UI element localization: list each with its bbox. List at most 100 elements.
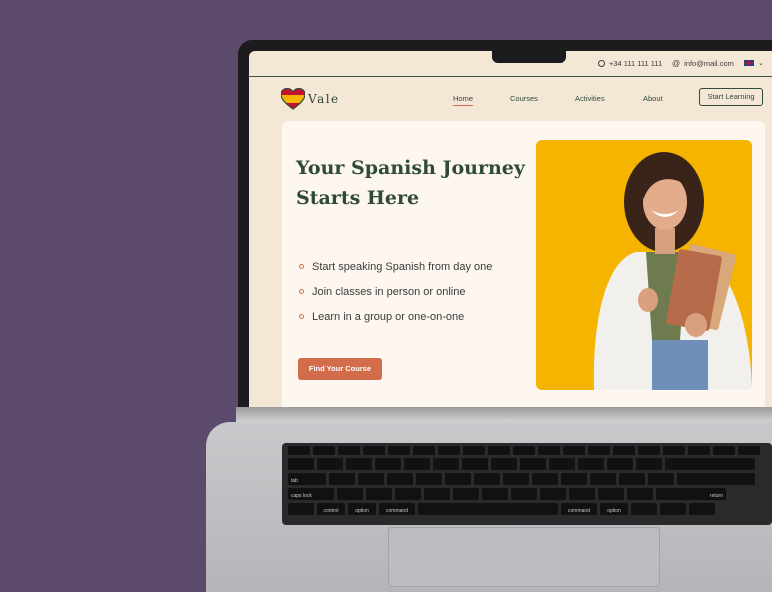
keyboard-key (366, 488, 392, 500)
keyboard-key (660, 503, 686, 515)
keyboard-key (619, 473, 645, 485)
keyboard-key (627, 488, 653, 500)
keyboard-key (288, 458, 314, 470)
keyboard-key (688, 446, 710, 455)
keyboard-key (445, 473, 471, 485)
command-key: command (379, 503, 415, 515)
phone-contact[interactable]: +34 111 111 111 (598, 59, 662, 68)
nav-about[interactable]: About (643, 94, 663, 103)
keyboard-key (329, 473, 355, 485)
at-icon: @ (672, 59, 681, 68)
keyboard-key (358, 473, 384, 485)
laptop-hinge (236, 407, 772, 422)
keyboard-key (689, 503, 715, 515)
bullet-text: Start speaking Spanish from day one (312, 260, 493, 273)
email-address: info@mail.com (684, 59, 734, 68)
keyboard-key (462, 458, 488, 470)
nav-courses[interactable]: Courses (510, 94, 538, 103)
keyboard-key (491, 458, 517, 470)
logo-text: Vale (308, 92, 340, 106)
keyboard-key (313, 446, 335, 455)
keyboard-key (438, 446, 460, 455)
keyboard-key (607, 458, 633, 470)
heart-flag-icon (281, 88, 305, 110)
tab-key: tab (288, 473, 326, 485)
option-key-right: option (600, 503, 628, 515)
command-key-right: command (561, 503, 597, 515)
keyboard-key (520, 458, 546, 470)
keyboard-key (337, 488, 363, 500)
start-learning-button[interactable]: Start Learning (699, 88, 763, 106)
nav-home[interactable]: Home (453, 94, 474, 106)
bullet-text: Learn in a group or one-on-one (312, 310, 465, 323)
bullet-icon (299, 314, 304, 319)
keyboard-key (404, 458, 430, 470)
keyboard-key (416, 473, 442, 485)
keyboard-key (677, 473, 755, 485)
keyboard-key (631, 503, 657, 515)
keyboard-key (638, 446, 660, 455)
keyboard-key (590, 473, 616, 485)
language-selector[interactable]: ⌄ (744, 59, 764, 67)
list-item: Start speaking Spanish from day one (299, 254, 492, 279)
option-key: option (348, 503, 376, 515)
phone-icon (598, 60, 605, 67)
bullet-icon (299, 264, 304, 269)
phone-number: +34 111 111 111 (609, 59, 663, 68)
keyboard-key (387, 473, 413, 485)
keyboard-key (317, 458, 343, 470)
list-item: Learn in a group or one-on-one (299, 304, 492, 329)
keyboard-key (363, 446, 385, 455)
keyboard-key (613, 446, 635, 455)
navbar: Vale Home Courses Activities About Start… (249, 77, 772, 119)
bullet-icon (299, 289, 304, 294)
keyboard-key (453, 488, 479, 500)
keyboard-key (413, 446, 435, 455)
keyboard-key (549, 458, 575, 470)
keyboard: tab caps lock return control option comm… (282, 443, 772, 525)
laptop-screen: +34 111 111 111 @ info@mail.com ⌄ Vale H… (249, 51, 772, 408)
keyboard-key (488, 446, 510, 455)
keyboard-key (563, 446, 585, 455)
control-key: control (317, 503, 345, 515)
keyboard-key (395, 488, 421, 500)
keyboard-key (540, 488, 566, 500)
keyboard-key (474, 473, 500, 485)
hero-section: Your Spanish Journey Starts Here Start s… (282, 121, 765, 408)
keyboard-key (561, 473, 587, 485)
keyboard-key (288, 503, 314, 515)
keyboard-key (663, 446, 685, 455)
keyboard-key (388, 446, 410, 455)
email-contact[interactable]: @ info@mail.com (672, 59, 734, 68)
hero-photo (536, 140, 752, 390)
nav-activities[interactable]: Activities (575, 94, 605, 103)
keyboard-key (588, 446, 610, 455)
keyboard-key (636, 458, 662, 470)
keyboard-key (738, 446, 760, 455)
keyboard-key (538, 446, 560, 455)
keyboard-key (569, 488, 595, 500)
find-course-button[interactable]: Find Your Course (298, 358, 382, 380)
chevron-down-icon: ⌄ (758, 60, 764, 67)
keyboard-key (578, 458, 604, 470)
keyboard-key (288, 446, 310, 455)
keyboard-key (338, 446, 360, 455)
return-key: return (656, 488, 726, 500)
keyboard-key (503, 473, 529, 485)
keyboard-key (648, 473, 674, 485)
keyboard-key (463, 446, 485, 455)
keyboard-key (424, 488, 450, 500)
uk-flag-icon (744, 60, 754, 66)
spacebar (418, 503, 558, 515)
student-illustration (593, 152, 752, 390)
caps-lock-key: caps lock (288, 488, 334, 500)
list-item: Join classes in person or online (299, 279, 492, 304)
keyboard-key (375, 458, 401, 470)
keyboard-key (346, 458, 372, 470)
keyboard-key (482, 488, 508, 500)
keyboard-key (713, 446, 735, 455)
logo[interactable]: Vale (281, 88, 340, 110)
keyboard-key (511, 488, 537, 500)
keyboard-key (598, 488, 624, 500)
keyboard-key (665, 458, 755, 470)
